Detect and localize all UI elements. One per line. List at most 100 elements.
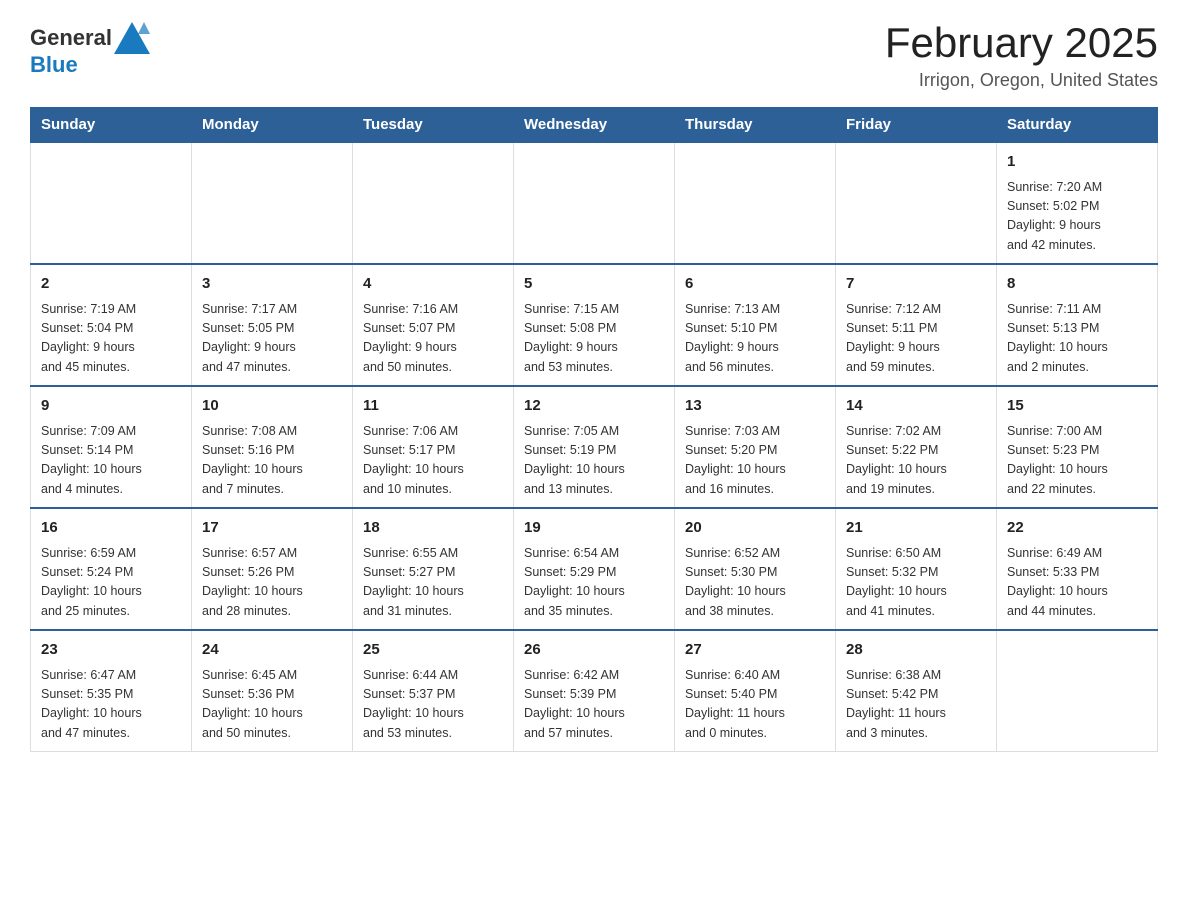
day-info: Sunrise: 6:52 AM Sunset: 5:30 PM Dayligh…: [685, 544, 825, 622]
logo-general-text: General: [30, 25, 112, 51]
day-number: 21: [846, 517, 986, 540]
calendar-week-row: 16 Sunrise: 6:59 AM Sunset: 5:24 PM Dayli…: [31, 508, 1158, 630]
day-info: Sunrise: 7:15 AM Sunset: 5:08 PM Dayligh…: [524, 300, 664, 378]
day-number: 4: [363, 273, 503, 296]
day-info: Sunrise: 6:57 AM Sunset: 5:26 PM Dayligh…: [202, 544, 342, 622]
calendar-cell: 3 Sunrise: 7:17 AM Sunset: 5:05 PM Daylig…: [192, 264, 353, 386]
day-info: Sunrise: 6:49 AM Sunset: 5:33 PM Dayligh…: [1007, 544, 1147, 622]
day-number: 25: [363, 639, 503, 662]
day-info: Sunrise: 7:08 AM Sunset: 5:16 PM Dayligh…: [202, 422, 342, 500]
calendar-cell: 27Sunrise: 6:40 AM Sunset: 5:40 PM Dayli…: [675, 630, 836, 752]
calendar-cell: [997, 630, 1158, 752]
calendar-title: February 2025: [885, 20, 1158, 66]
calendar-table: SundayMondayTuesdayWednesdayThursdayFrid…: [30, 107, 1158, 752]
calendar-cell: [514, 142, 675, 264]
day-info: Sunrise: 6:59 AM Sunset: 5:24 PM Dayligh…: [41, 544, 181, 622]
day-number: 24: [202, 639, 342, 662]
calendar-cell: 9 Sunrise: 7:09 AM Sunset: 5:14 PM Daylig…: [31, 386, 192, 508]
calendar-cell: 23Sunrise: 6:47 AM Sunset: 5:35 PM Dayli…: [31, 630, 192, 752]
day-info: Sunrise: 7:19 AM Sunset: 5:04 PM Dayligh…: [41, 300, 181, 378]
day-number: 11: [363, 395, 503, 418]
day-info: Sunrise: 6:38 AM Sunset: 5:42 PM Dayligh…: [846, 666, 986, 744]
day-number: 10: [202, 395, 342, 418]
weekday-header-friday: Friday: [836, 108, 997, 143]
logo: General Blue: [30, 20, 152, 78]
page-header: General Blue February 2025 Irrigon, Oreg…: [30, 20, 1158, 91]
day-info: Sunrise: 6:50 AM Sunset: 5:32 PM Dayligh…: [846, 544, 986, 622]
calendar-cell: 18 Sunrise: 6:55 AM Sunset: 5:27 PM Dayli…: [353, 508, 514, 630]
day-info: Sunrise: 6:45 AM Sunset: 5:36 PM Dayligh…: [202, 666, 342, 744]
calendar-cell: 28 Sunrise: 6:38 AM Sunset: 5:42 PM Dayli…: [836, 630, 997, 752]
day-info: Sunrise: 7:00 AM Sunset: 5:23 PM Dayligh…: [1007, 422, 1147, 500]
day-number: 15: [1007, 395, 1147, 418]
day-info: Sunrise: 7:17 AM Sunset: 5:05 PM Dayligh…: [202, 300, 342, 378]
day-number: 14: [846, 395, 986, 418]
calendar-cell: 25 Sunrise: 6:44 AM Sunset: 5:37 PM Dayli…: [353, 630, 514, 752]
weekday-header-saturday: Saturday: [997, 108, 1158, 143]
calendar-cell: 26Sunrise: 6:42 AM Sunset: 5:39 PM Dayli…: [514, 630, 675, 752]
day-info: Sunrise: 7:03 AM Sunset: 5:20 PM Dayligh…: [685, 422, 825, 500]
weekday-header-wednesday: Wednesday: [514, 108, 675, 143]
day-number: 17: [202, 517, 342, 540]
day-number: 16: [41, 517, 181, 540]
calendar-cell: [675, 142, 836, 264]
calendar-cell: 19Sunrise: 6:54 AM Sunset: 5:29 PM Dayli…: [514, 508, 675, 630]
day-info: Sunrise: 7:20 AM Sunset: 5:02 PM Dayligh…: [1007, 178, 1147, 256]
day-number: 28: [846, 639, 986, 662]
day-number: 18: [363, 517, 503, 540]
day-number: 9: [41, 395, 181, 418]
calendar-cell: 20Sunrise: 6:52 AM Sunset: 5:30 PM Dayli…: [675, 508, 836, 630]
logo-blue-text: Blue: [30, 52, 78, 78]
day-info: Sunrise: 6:44 AM Sunset: 5:37 PM Dayligh…: [363, 666, 503, 744]
day-info: Sunrise: 7:12 AM Sunset: 5:11 PM Dayligh…: [846, 300, 986, 378]
weekday-header-monday: Monday: [192, 108, 353, 143]
calendar-cell: 7Sunrise: 7:12 AM Sunset: 5:11 PM Daylig…: [836, 264, 997, 386]
day-number: 6: [685, 273, 825, 296]
calendar-cell: 15 Sunrise: 7:00 AM Sunset: 5:23 PM Dayli…: [997, 386, 1158, 508]
calendar-cell: 1 Sunrise: 7:20 AM Sunset: 5:02 PM Daylig…: [997, 142, 1158, 264]
calendar-cell: 4 Sunrise: 7:16 AM Sunset: 5:07 PM Daylig…: [353, 264, 514, 386]
day-number: 12: [524, 395, 664, 418]
day-number: 3: [202, 273, 342, 296]
calendar-cell: [353, 142, 514, 264]
day-info: Sunrise: 7:16 AM Sunset: 5:07 PM Dayligh…: [363, 300, 503, 378]
calendar-cell: 5Sunrise: 7:15 AM Sunset: 5:08 PM Daylig…: [514, 264, 675, 386]
calendar-week-row: 23Sunrise: 6:47 AM Sunset: 5:35 PM Dayli…: [31, 630, 1158, 752]
day-info: Sunrise: 7:09 AM Sunset: 5:14 PM Dayligh…: [41, 422, 181, 500]
day-number: 22: [1007, 517, 1147, 540]
day-number: 27: [685, 639, 825, 662]
weekday-header-tuesday: Tuesday: [353, 108, 514, 143]
day-info: Sunrise: 6:54 AM Sunset: 5:29 PM Dayligh…: [524, 544, 664, 622]
calendar-cell: 2 Sunrise: 7:19 AM Sunset: 5:04 PM Daylig…: [31, 264, 192, 386]
calendar-cell: 21 Sunrise: 6:50 AM Sunset: 5:32 PM Dayli…: [836, 508, 997, 630]
day-number: 13: [685, 395, 825, 418]
weekday-header-sunday: Sunday: [31, 108, 192, 143]
calendar-cell: 16 Sunrise: 6:59 AM Sunset: 5:24 PM Dayli…: [31, 508, 192, 630]
calendar-cell: 22 Sunrise: 6:49 AM Sunset: 5:33 PM Dayli…: [997, 508, 1158, 630]
calendar-cell: [192, 142, 353, 264]
calendar-week-row: 1 Sunrise: 7:20 AM Sunset: 5:02 PM Daylig…: [31, 142, 1158, 264]
calendar-subtitle: Irrigon, Oregon, United States: [885, 70, 1158, 91]
day-info: Sunrise: 7:06 AM Sunset: 5:17 PM Dayligh…: [363, 422, 503, 500]
day-number: 2: [41, 273, 181, 296]
day-info: Sunrise: 6:47 AM Sunset: 5:35 PM Dayligh…: [41, 666, 181, 744]
day-info: Sunrise: 7:11 AM Sunset: 5:13 PM Dayligh…: [1007, 300, 1147, 378]
calendar-cell: [836, 142, 997, 264]
calendar-cell: 11 Sunrise: 7:06 AM Sunset: 5:17 PM Dayli…: [353, 386, 514, 508]
day-number: 1: [1007, 151, 1147, 174]
day-info: Sunrise: 7:05 AM Sunset: 5:19 PM Dayligh…: [524, 422, 664, 500]
calendar-cell: 12 Sunrise: 7:05 AM Sunset: 5:19 PM Dayli…: [514, 386, 675, 508]
calendar-cell: [31, 142, 192, 264]
calendar-cell: 24 Sunrise: 6:45 AM Sunset: 5:36 PM Dayli…: [192, 630, 353, 752]
calendar-cell: 6 Sunrise: 7:13 AM Sunset: 5:10 PM Daylig…: [675, 264, 836, 386]
calendar-cell: 14 Sunrise: 7:02 AM Sunset: 5:22 PM Dayli…: [836, 386, 997, 508]
logo-icon: [112, 20, 152, 56]
day-info: Sunrise: 6:55 AM Sunset: 5:27 PM Dayligh…: [363, 544, 503, 622]
calendar-cell: 10 Sunrise: 7:08 AM Sunset: 5:16 PM Dayli…: [192, 386, 353, 508]
day-info: Sunrise: 6:42 AM Sunset: 5:39 PM Dayligh…: [524, 666, 664, 744]
day-info: Sunrise: 7:13 AM Sunset: 5:10 PM Dayligh…: [685, 300, 825, 378]
title-block: February 2025 Irrigon, Oregon, United St…: [885, 20, 1158, 91]
day-info: Sunrise: 7:02 AM Sunset: 5:22 PM Dayligh…: [846, 422, 986, 500]
weekday-header-thursday: Thursday: [675, 108, 836, 143]
calendar-cell: 17 Sunrise: 6:57 AM Sunset: 5:26 PM Dayli…: [192, 508, 353, 630]
